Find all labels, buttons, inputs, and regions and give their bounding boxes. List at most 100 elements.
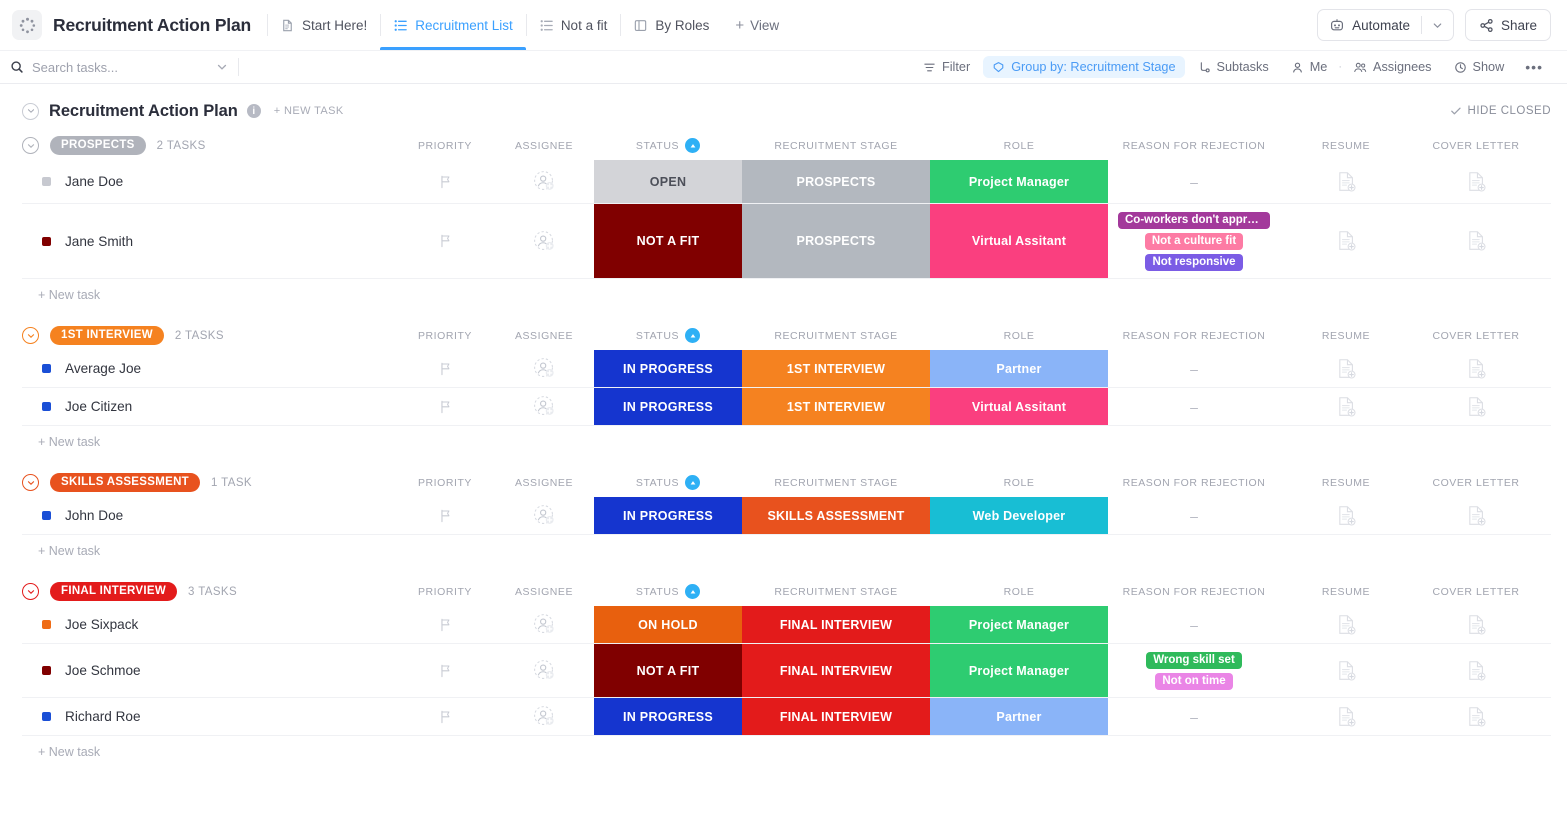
- add-assignee-icon[interactable]: [533, 170, 556, 193]
- column-header-role[interactable]: ROLE: [930, 330, 1108, 342]
- column-header-resume[interactable]: RESUME: [1280, 586, 1412, 598]
- resume-cell[interactable]: [1280, 497, 1412, 534]
- status-cell[interactable]: IN PROGRESS: [594, 497, 742, 534]
- column-header-stage[interactable]: RECRUITMENT STAGE: [742, 477, 930, 489]
- column-header-status[interactable]: STATUS: [594, 475, 742, 490]
- recruitment-stage-cell[interactable]: FINAL INTERVIEW: [742, 606, 930, 643]
- group-name-pill[interactable]: FINAL INTERVIEW: [50, 582, 178, 601]
- cover-letter-cell[interactable]: [1412, 698, 1540, 735]
- reason-for-rejection-cell[interactable]: –: [1108, 350, 1280, 387]
- more-options-button[interactable]: •••: [1517, 55, 1551, 79]
- attach-doc-icon[interactable]: [1336, 358, 1357, 380]
- info-icon[interactable]: i: [246, 104, 261, 118]
- hide-closed-toggle[interactable]: HIDE CLOSED: [1450, 105, 1551, 117]
- column-header-status[interactable]: STATUS: [594, 584, 742, 599]
- table-row[interactable]: Joe Sixpack ON HOLD FINAL INTERVIEW Project…: [22, 606, 1551, 644]
- sort-indicator-icon[interactable]: [685, 138, 701, 153]
- attach-doc-icon[interactable]: [1466, 396, 1487, 418]
- recruitment-stage-cell[interactable]: 1ST INTERVIEW: [742, 388, 930, 425]
- cover-letter-cell[interactable]: [1412, 644, 1540, 697]
- collapse-list-icon[interactable]: [22, 102, 39, 120]
- show-button[interactable]: Show: [1445, 56, 1514, 78]
- priority-flag-icon[interactable]: [439, 664, 452, 678]
- add-view-button[interactable]: + View: [722, 0, 792, 50]
- tab-recruitment-list[interactable]: Recruitment List: [380, 0, 526, 50]
- add-assignee-icon[interactable]: [533, 357, 556, 380]
- rejection-reason-tag[interactable]: Wrong skill set: [1146, 651, 1242, 669]
- rejection-reason-tag[interactable]: Co-workers don't appro...: [1118, 211, 1270, 229]
- new-task-top-button[interactable]: + NEW TASK: [274, 105, 344, 117]
- attach-doc-icon[interactable]: [1466, 660, 1487, 682]
- role-cell[interactable]: Project Manager: [930, 644, 1108, 697]
- resume-cell[interactable]: [1280, 204, 1412, 278]
- cover-letter-cell[interactable]: [1412, 606, 1540, 643]
- status-cell[interactable]: IN PROGRESS: [594, 388, 742, 425]
- reason-for-rejection-cell[interactable]: –: [1108, 698, 1280, 735]
- attach-doc-icon[interactable]: [1336, 614, 1357, 636]
- assignee-cell[interactable]: [494, 388, 594, 425]
- recruitment-stage-cell[interactable]: FINAL INTERVIEW: [742, 698, 930, 735]
- role-cell[interactable]: Virtual Assitant: [930, 388, 1108, 425]
- task-name-cell[interactable]: Joe Sixpack: [22, 606, 396, 643]
- me-filter-button[interactable]: Me: [1282, 56, 1337, 78]
- column-header-assign[interactable]: ASSIGNEE: [494, 477, 594, 489]
- attach-doc-icon[interactable]: [1336, 230, 1357, 252]
- search-input[interactable]: Search tasks...: [10, 60, 228, 75]
- column-header-stage[interactable]: RECRUITMENT STAGE: [742, 140, 930, 152]
- role-cell[interactable]: Project Manager: [930, 160, 1108, 203]
- assignee-cell[interactable]: [494, 644, 594, 697]
- rejection-reason-tag[interactable]: Not a culture fit: [1144, 232, 1244, 250]
- status-cell[interactable]: OPEN: [594, 160, 742, 203]
- cover-letter-cell[interactable]: [1412, 388, 1540, 425]
- new-task-button[interactable]: + New task: [22, 426, 1551, 458]
- reason-for-rejection-cell[interactable]: Wrong skill set Not on time: [1108, 644, 1280, 697]
- column-header-reason[interactable]: REASON FOR REJECTION: [1108, 586, 1280, 598]
- subtasks-button[interactable]: Subtasks: [1189, 56, 1278, 78]
- role-cell[interactable]: Partner: [930, 350, 1108, 387]
- reason-for-rejection-cell[interactable]: –: [1108, 606, 1280, 643]
- resume-cell[interactable]: [1280, 350, 1412, 387]
- attach-doc-icon[interactable]: [1466, 706, 1487, 728]
- rejection-reason-tag[interactable]: Not on time: [1155, 672, 1233, 690]
- share-button[interactable]: Share: [1464, 9, 1551, 41]
- column-header-prio[interactable]: PRIORITY: [396, 140, 494, 152]
- group-name-pill[interactable]: PROSPECTS: [50, 136, 146, 155]
- priority-flag-icon[interactable]: [439, 400, 452, 414]
- add-assignee-icon[interactable]: [533, 705, 556, 728]
- attach-doc-icon[interactable]: [1466, 358, 1487, 380]
- priority-cell[interactable]: [396, 644, 494, 697]
- attach-doc-icon[interactable]: [1466, 505, 1487, 527]
- column-header-cover[interactable]: COVER LETTER: [1412, 140, 1540, 152]
- resume-cell[interactable]: [1280, 606, 1412, 643]
- reason-for-rejection-cell[interactable]: Co-workers don't appro... Not a culture f…: [1108, 204, 1280, 278]
- recruitment-stage-cell[interactable]: FINAL INTERVIEW: [742, 644, 930, 697]
- chevron-down-icon[interactable]: [216, 61, 228, 73]
- attach-doc-icon[interactable]: [1466, 230, 1487, 252]
- column-header-assign[interactable]: ASSIGNEE: [494, 330, 594, 342]
- add-assignee-icon[interactable]: [533, 613, 556, 636]
- cover-letter-cell[interactable]: [1412, 350, 1540, 387]
- table-row[interactable]: Richard Roe IN PROGRESS FINAL INTERVIEW Par…: [22, 698, 1551, 736]
- priority-flag-icon[interactable]: [439, 618, 452, 632]
- add-assignee-icon[interactable]: [533, 504, 556, 527]
- add-assignee-icon[interactable]: [533, 230, 556, 253]
- group-name-pill[interactable]: SKILLS ASSESSMENT: [50, 473, 200, 492]
- new-task-button[interactable]: + New task: [22, 535, 1551, 567]
- assignee-cell[interactable]: [494, 606, 594, 643]
- recruitment-stage-cell[interactable]: SKILLS ASSESSMENT: [742, 497, 930, 534]
- collapse-group-icon[interactable]: [22, 137, 39, 154]
- cover-letter-cell[interactable]: [1412, 204, 1540, 278]
- column-header-reason[interactable]: REASON FOR REJECTION: [1108, 477, 1280, 489]
- priority-flag-icon[interactable]: [439, 710, 452, 724]
- priority-cell[interactable]: [396, 388, 494, 425]
- filter-button[interactable]: Filter: [914, 56, 979, 78]
- resume-cell[interactable]: [1280, 698, 1412, 735]
- resume-cell[interactable]: [1280, 160, 1412, 203]
- collapse-group-icon[interactable]: [22, 327, 39, 344]
- new-task-button[interactable]: + New task: [22, 279, 1551, 311]
- task-status-dot[interactable]: [42, 511, 51, 520]
- column-header-reason[interactable]: REASON FOR REJECTION: [1108, 330, 1280, 342]
- task-status-dot[interactable]: [42, 402, 51, 411]
- task-status-dot[interactable]: [42, 620, 51, 629]
- reason-for-rejection-cell[interactable]: –: [1108, 497, 1280, 534]
